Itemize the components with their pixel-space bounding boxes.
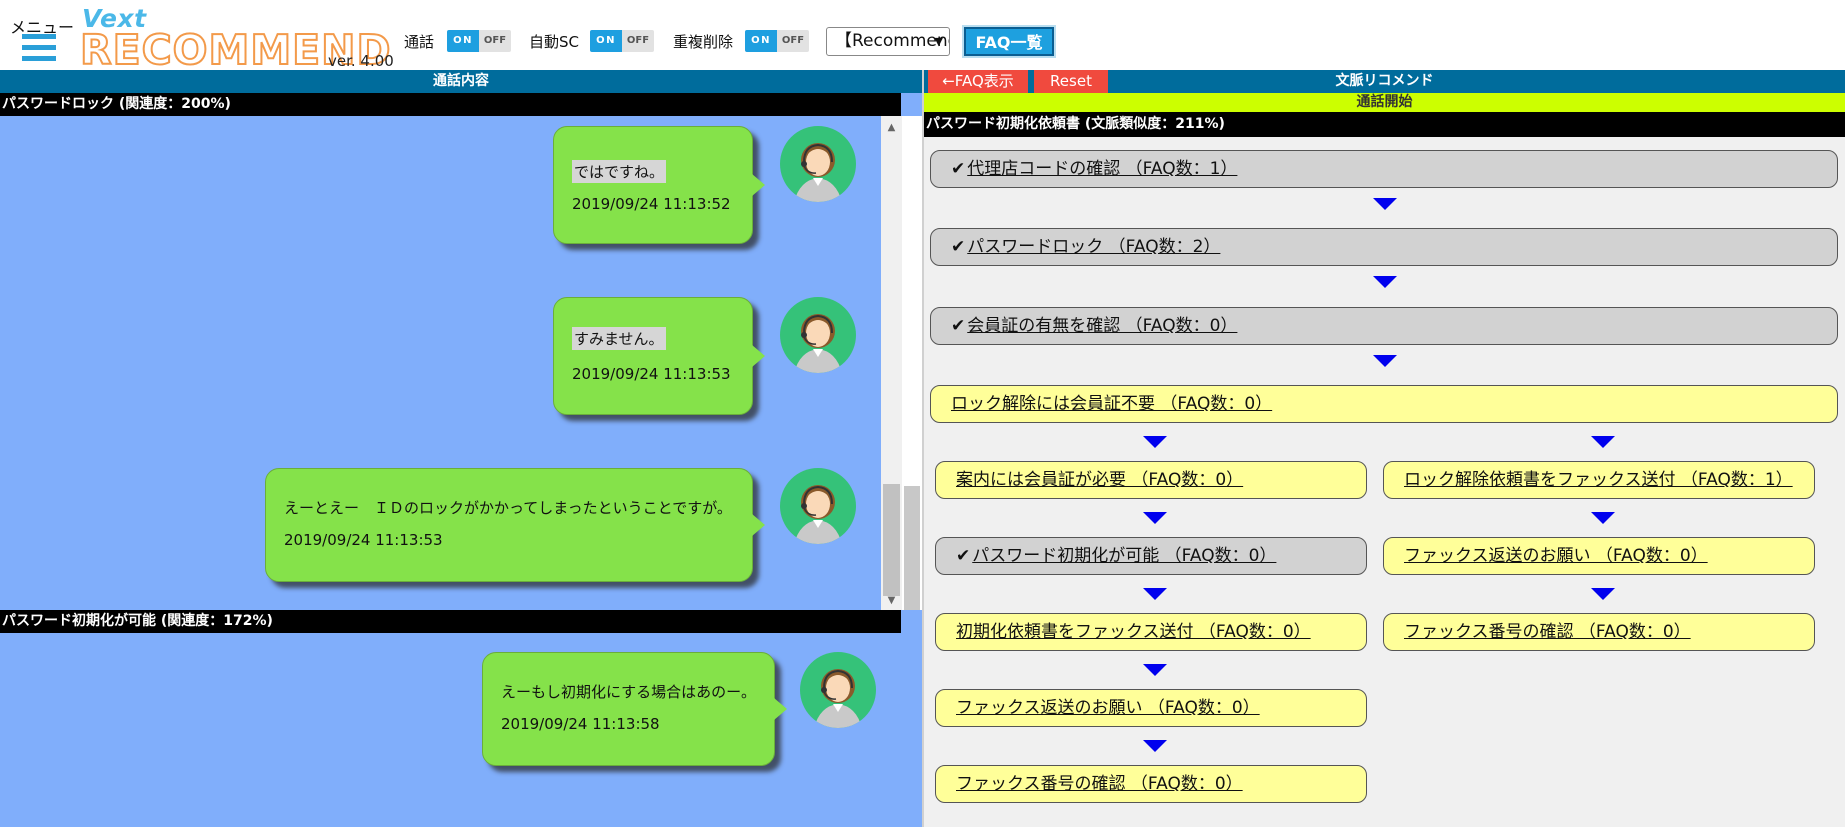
flow-node[interactable]: ロック解除依頼書をファックス送付 （FAQ数：1） <box>1383 461 1815 499</box>
toggle-call[interactable]: ON OFF <box>447 30 511 52</box>
flow-node-label: ロック解除には会員証不要 （FAQ数：0） <box>951 394 1273 414</box>
flow-node-label: 初期化依頼書をファックス送付 （FAQ数：0） <box>956 622 1311 642</box>
toggle-on-part: ON <box>447 30 479 52</box>
arrow-down-icon <box>1373 355 1397 367</box>
flow-node[interactable]: 案内には会員証が必要 （FAQ数：0） <box>935 461 1367 499</box>
scroll-down-icon[interactable]: ▼ <box>881 595 902 606</box>
flow-node-label: ファックス返送のお願い （FAQ数：0） <box>1404 546 1708 566</box>
flow-node-label: パスワード初期化が可能 （FAQ数：0） <box>972 546 1277 566</box>
flow-node-label: ロック解除依頼書をファックス送付 （FAQ数：1） <box>1404 470 1793 490</box>
toggle-off-part: OFF <box>479 30 511 52</box>
toggle-off-part: OFF <box>777 30 809 52</box>
flow-node[interactable]: 初期化依頼書をファックス送付 （FAQ数：0） <box>935 613 1367 651</box>
scroll-up-icon[interactable]: ▲ <box>881 122 902 133</box>
operator-avatar-icon <box>780 297 856 373</box>
scroll-thumb[interactable] <box>883 484 900 596</box>
chat-scrollbar[interactable]: ▲ ▼ <box>881 116 902 610</box>
flow-node[interactable]: ✔ パスワードロック （FAQ数：2） <box>930 228 1838 266</box>
chat-section[interactable]: えーもし初期化にする場合はあのー。 2019/09/24 11:13:58 <box>0 633 901 827</box>
arrow-down-icon <box>1143 664 1167 676</box>
faq-list-button[interactable]: FAQ一覧 <box>964 27 1054 56</box>
flow-node-label: 会員証の有無を確認 （FAQ数：0） <box>967 316 1238 336</box>
message-text: えーとえー ＩＤのロックがかかってしまったということですが。 <box>284 499 732 517</box>
toggle-autoscroll[interactable]: ON OFF <box>590 30 654 52</box>
message-text: えーもし初期化にする場合はあのー。 <box>501 683 757 701</box>
flow-node[interactable]: ✔ 代理店コードの確認 （FAQ数：1） <box>930 150 1838 188</box>
app-header: メニュー Vext RECOMMEND ver. 4.00 通話 ON OFF … <box>0 0 1845 72</box>
chat-bubble: すみません。 2019/09/24 11:13:53 <box>553 297 765 415</box>
chat-bubble: えーとえー ＩＤのロックがかかってしまったということですが。 2019/09/2… <box>265 468 765 582</box>
toggle-on-part: ON <box>745 30 777 52</box>
arrow-down-icon <box>1373 198 1397 210</box>
version-label: ver. 4.00 <box>328 52 394 70</box>
operator-avatar-icon <box>780 468 856 544</box>
context-recommend-header: 文脈リコメンド ←FAQ表示 Reset <box>924 70 1845 93</box>
flow-node-label: ファックス番号の確認 （FAQ数：0） <box>956 774 1243 794</box>
operator-avatar-icon <box>800 652 876 728</box>
toggle-call-label: 通話 <box>404 33 435 51</box>
call-start-banner: 通話開始 <box>924 93 1845 112</box>
message-timestamp: 2019/09/24 11:13:52 <box>572 195 731 213</box>
toggle-dedup[interactable]: ON OFF <box>745 30 809 52</box>
flow-node[interactable]: ✔ パスワード初期化が可能 （FAQ数：0） <box>935 537 1367 575</box>
dropdown-arrow-icon: ▼ <box>934 35 943 48</box>
scroll-gutter <box>902 116 922 610</box>
flow-node[interactable]: ファックス番号の確認 （FAQ数：0） <box>935 765 1367 803</box>
message-timestamp: 2019/09/24 11:13:58 <box>501 715 660 733</box>
message-text: すみません。 <box>572 327 666 350</box>
section-header: パスワードロック (関連度：200%) <box>0 93 901 116</box>
arrow-down-icon <box>1143 436 1167 448</box>
toggle-autoscroll-label: 自動SC <box>529 33 579 51</box>
flow-node[interactable]: ファックス返送のお願い （FAQ数：0） <box>1383 537 1815 575</box>
toggle-dedup-label: 重複削除 <box>673 33 734 51</box>
select-value: 【Recommend <box>835 31 950 51</box>
flow-node-label: パスワードロック （FAQ数：2） <box>967 237 1221 257</box>
section-header: パスワード初期化が可能 (関連度：172%) <box>0 610 901 633</box>
flow-node[interactable]: ファックス返送のお願い （FAQ数：0） <box>935 689 1367 727</box>
flow-chart: ✔ 代理店コードの確認 （FAQ数：1） ✔ パスワードロック （FAQ数：2） ✔… <box>924 137 1845 827</box>
chat-bubble: ではですね。 2019/09/24 11:13:52 <box>553 126 765 244</box>
flow-node[interactable]: ファックス番号の確認 （FAQ数：0） <box>1383 613 1815 651</box>
chat-bubble: えーもし初期化にする場合はあのー。 2019/09/24 11:13:58 <box>482 652 787 766</box>
arrow-down-icon <box>1591 588 1615 600</box>
flow-node[interactable]: ✔ 会員証の有無を確認 （FAQ数：0） <box>930 307 1838 345</box>
toggle-on-part: ON <box>590 30 622 52</box>
context-recommend-pane: 文脈リコメンド ←FAQ表示 Reset 通話開始 パスワード初期化依頼書 (文… <box>922 70 1845 827</box>
message-text: ではですね。 <box>572 160 667 183</box>
arrow-down-icon <box>1143 740 1167 752</box>
recommend-section-header: パスワード初期化依頼書 (文脈類似度：211%) <box>924 112 1845 137</box>
reset-button[interactable]: Reset <box>1034 70 1108 93</box>
message-timestamp: 2019/09/24 11:13:53 <box>572 365 731 383</box>
message-timestamp: 2019/09/24 11:13:53 <box>284 531 443 549</box>
arrow-down-icon <box>1143 588 1167 600</box>
check-icon: ✔ <box>951 316 966 336</box>
check-icon: ✔ <box>956 546 971 566</box>
flow-node-label: 代理店コードの確認 （FAQ数：1） <box>967 159 1238 179</box>
flow-node[interactable]: ロック解除には会員証不要 （FAQ数：0） <box>930 385 1838 423</box>
arrow-down-icon <box>1373 276 1397 288</box>
toggle-off-part: OFF <box>622 30 654 52</box>
call-content-title: 通話内容 <box>0 70 922 93</box>
flow-node-label: 案内には会員証が必要 （FAQ数：0） <box>956 470 1244 490</box>
check-icon: ✔ <box>951 159 966 179</box>
faq-display-button[interactable]: ←FAQ表示 <box>928 70 1028 93</box>
chat-section[interactable]: ではですね。 2019/09/24 11:13:52 すみません。 2019/0… <box>0 116 922 610</box>
hamburger-menu-icon[interactable] <box>22 34 56 64</box>
check-icon: ✔ <box>951 237 966 257</box>
operator-avatar-icon <box>780 126 856 202</box>
context-recommend-title: 文脈リコメンド <box>1335 73 1434 89</box>
arrow-down-icon <box>1143 512 1167 524</box>
arrow-down-icon <box>1591 512 1615 524</box>
call-content-pane: 通話内容 パスワードロック (関連度：200%) ではですね。 2019/09/… <box>0 70 922 827</box>
flow-node-label: ファックス返送のお願い （FAQ数：0） <box>956 698 1260 718</box>
arrow-down-icon <box>1591 436 1615 448</box>
recommend-select[interactable]: 【Recommend ▼ <box>826 27 950 56</box>
flow-node-label: ファックス番号の確認 （FAQ数：0） <box>1404 622 1691 642</box>
